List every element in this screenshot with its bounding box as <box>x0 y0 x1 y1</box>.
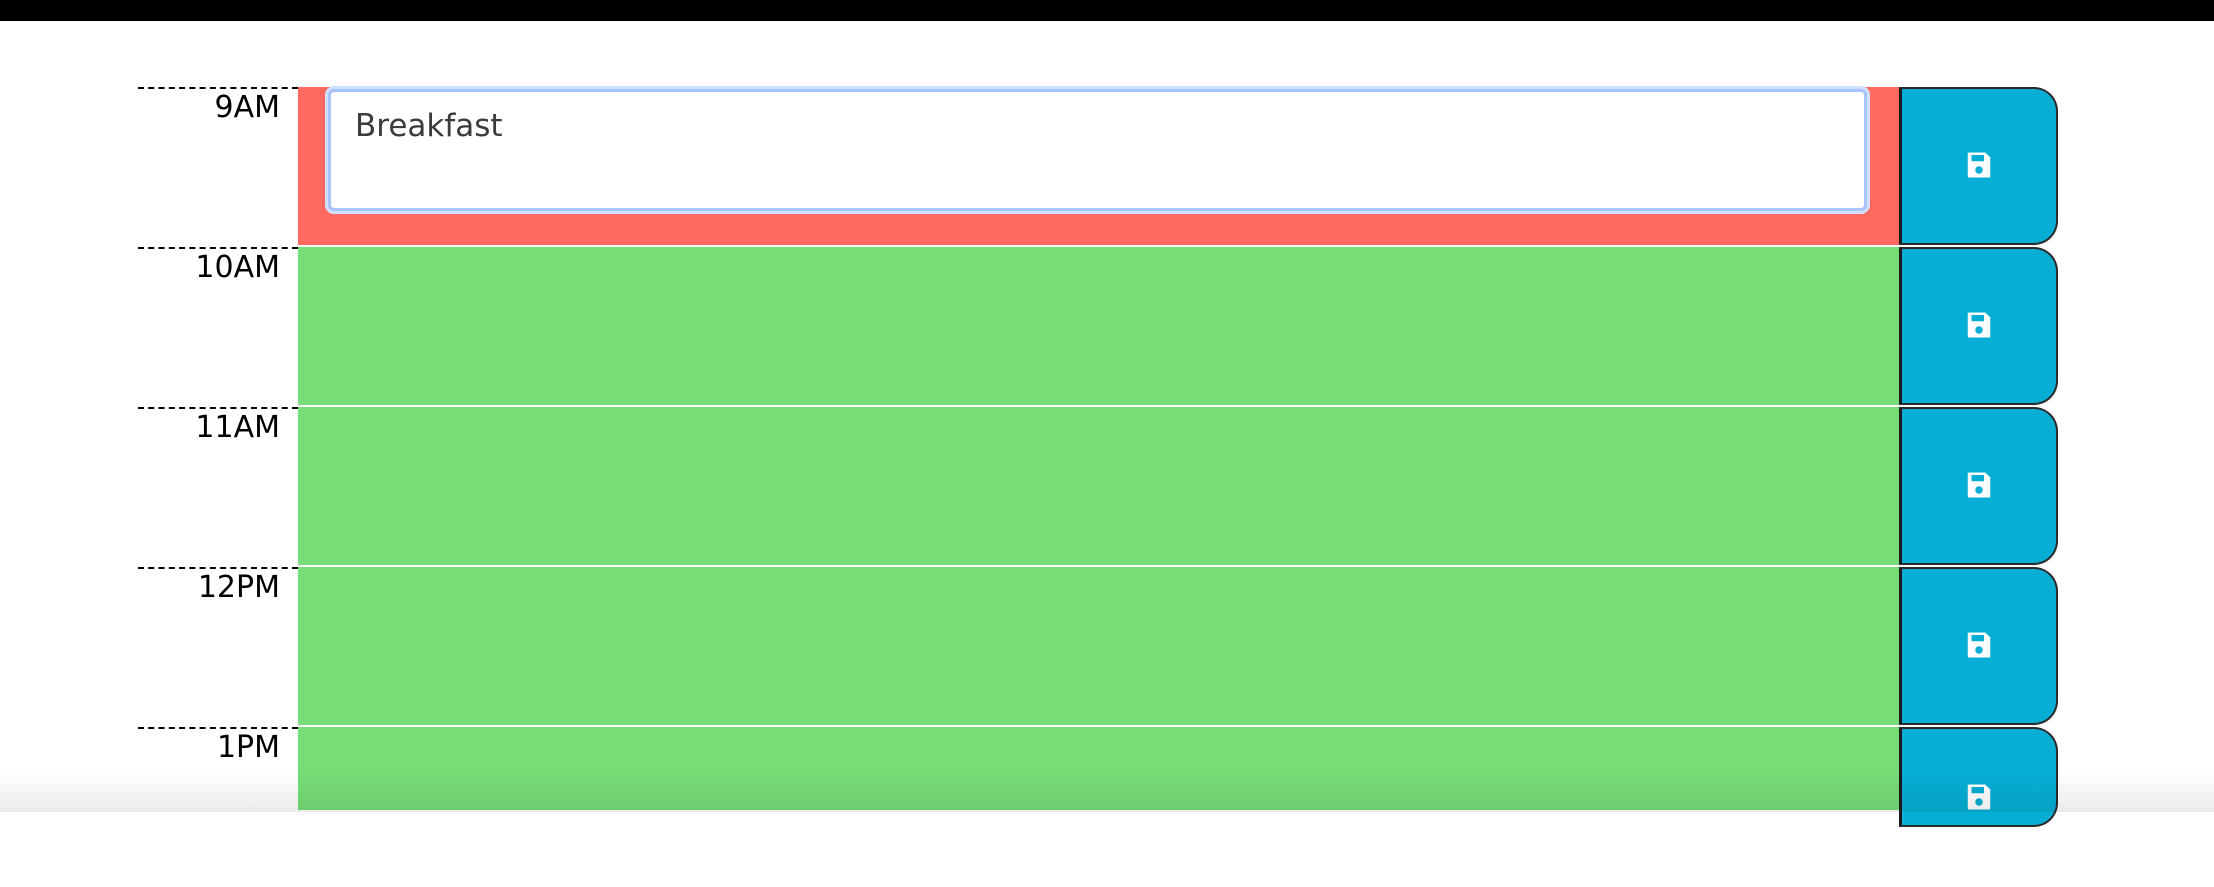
save-button[interactable] <box>1899 567 2058 725</box>
time-block: 12PM <box>138 567 2058 727</box>
hour-label: 11AM <box>138 407 298 567</box>
description-input[interactable]: Breakfast <box>325 86 1870 214</box>
description-area[interactable] <box>298 567 1899 727</box>
description-area: Breakfast <box>298 86 1899 247</box>
save-button[interactable] <box>1899 87 2058 245</box>
save-icon <box>1964 470 1994 503</box>
save-button[interactable] <box>1899 247 2058 405</box>
save-button[interactable] <box>1899 407 2058 565</box>
day-scheduler: 9AM Breakfast 10AM 11AM 12PM 1PM <box>0 0 2214 827</box>
time-block: 9AM Breakfast <box>138 86 2058 247</box>
time-block: 11AM <box>138 407 2058 567</box>
description-area[interactable] <box>298 247 1899 407</box>
time-block: 10AM <box>138 247 2058 407</box>
save-icon <box>1964 150 1994 183</box>
hour-label: 12PM <box>138 567 298 727</box>
hour-label: 9AM <box>138 87 298 247</box>
description-area[interactable] <box>298 727 1899 812</box>
description-area[interactable] <box>298 407 1899 567</box>
hour-label: 1PM <box>138 727 298 887</box>
save-icon <box>1964 310 1994 343</box>
save-button[interactable] <box>1899 727 2058 827</box>
save-icon <box>1964 630 1994 663</box>
save-icon <box>1964 782 1994 815</box>
time-block: 1PM <box>138 727 2058 827</box>
hour-label: 10AM <box>138 247 298 407</box>
